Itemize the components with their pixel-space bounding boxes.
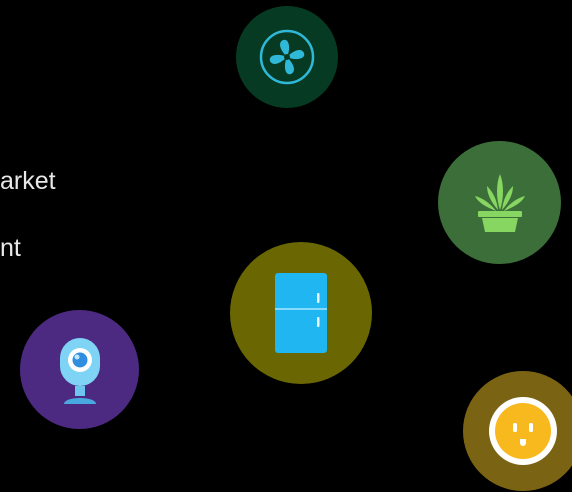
- plant-device-bubble[interactable]: [438, 141, 561, 264]
- camera-device-bubble[interactable]: [20, 310, 139, 429]
- refrigerator-icon: [273, 271, 329, 355]
- device-category-label: nt: [0, 234, 21, 262]
- potted-plant-icon: [465, 168, 535, 238]
- fan-icon: [258, 28, 316, 86]
- device-category-label: arket: [0, 167, 56, 195]
- fan-device-bubble[interactable]: [236, 6, 338, 108]
- plug-device-bubble[interactable]: [463, 371, 572, 491]
- webcam-icon: [54, 334, 106, 406]
- fridge-device-bubble[interactable]: [230, 242, 372, 384]
- smart-plug-icon: [487, 395, 559, 467]
